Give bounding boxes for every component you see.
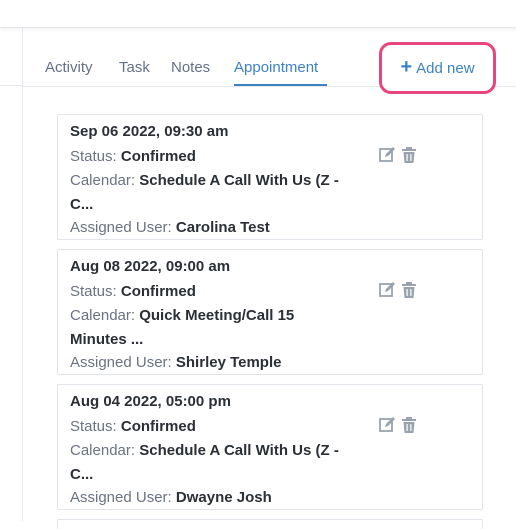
add-new-button[interactable]: + Add new [379,42,496,94]
top-bar [0,0,516,28]
assigned-user-value: Dwayne Josh [175,489,272,506]
trash-icon[interactable] [400,146,418,164]
divider [0,85,22,86]
tab-activity[interactable]: Activity [45,59,93,76]
calendar-value-continued: Minutes ... [70,331,144,348]
trash-icon[interactable] [400,281,418,299]
appointment-assigned-user: Assigned User: Dwayne Josh [70,489,272,506]
calendar-value-continued: C... [70,196,94,213]
status-value: Confirmed [120,418,196,435]
appointment-status: Status: Confirmed [70,283,196,300]
status-label: Status: [70,418,117,435]
assigned-user-label: Assigned User: [70,354,172,371]
calendar-value-continued: C... [70,466,94,483]
appointment-date: Sep 06 2022, 09:30 am [70,123,229,140]
appointment-assigned-user: Assigned User: Carolina Test [70,219,270,236]
status-value: Confirmed [120,283,196,300]
assigned-user-value: Carolina Test [175,219,270,236]
tab-appointment[interactable]: Appointment [234,59,318,76]
card-actions [378,416,418,434]
trash-icon[interactable] [400,416,418,434]
assigned-user-label: Assigned User: [70,489,172,506]
edit-icon[interactable] [378,281,396,299]
appointment-calendar: Calendar: Quick Meeting/Call 15 [70,307,294,324]
calendar-label: Calendar: [70,442,136,459]
appointment-date: Aug 08 2022, 09:00 am [70,258,231,275]
status-label: Status: [70,283,117,300]
appointment-assigned-user: Assigned User: Shirley Temple [70,354,281,371]
assigned-user-value: Shirley Temple [175,354,282,371]
appointment-card: Aug 08 2022, 09:00 am Status: Confirmed … [57,249,483,375]
calendar-value: Quick Meeting/Call 15 [139,307,295,324]
card-actions [378,281,418,299]
appointment-card: Sep 06 2022, 09:30 am Status: Confirmed … [57,114,483,240]
edit-icon[interactable] [378,146,396,164]
appointment-calendar: Calendar: Schedule A Call With Us (Z - [70,442,339,459]
status-value: Confirmed [120,148,196,165]
card-actions [378,146,418,164]
appointment-status: Status: Confirmed [70,418,196,435]
calendar-label: Calendar: [70,307,136,324]
active-tab-indicator [234,84,327,86]
assigned-user-label: Assigned User: [70,219,172,236]
appointment-calendar: Calendar: Schedule A Call With Us (Z - [70,172,339,189]
status-label: Status: [70,148,117,165]
calendar-value: Schedule A Call With Us (Z - [139,442,339,459]
detail-panel: Activity Task Notes Appointment + Add ne… [22,28,516,529]
calendar-value: Schedule A Call With Us (Z - [139,172,339,189]
appointment-card: Aug 04 2022, 05:00 pm Status: Confirmed … [57,384,483,510]
tab-task[interactable]: Task [119,59,150,76]
tab-notes[interactable]: Notes [171,59,210,76]
appointment-status: Status: Confirmed [70,148,196,165]
plus-icon: + [400,56,413,78]
add-new-label: Add new [416,59,475,77]
appointment-date: Aug 04 2022, 05:00 pm [70,393,231,410]
edit-icon[interactable] [378,416,396,434]
calendar-label: Calendar: [70,172,136,189]
